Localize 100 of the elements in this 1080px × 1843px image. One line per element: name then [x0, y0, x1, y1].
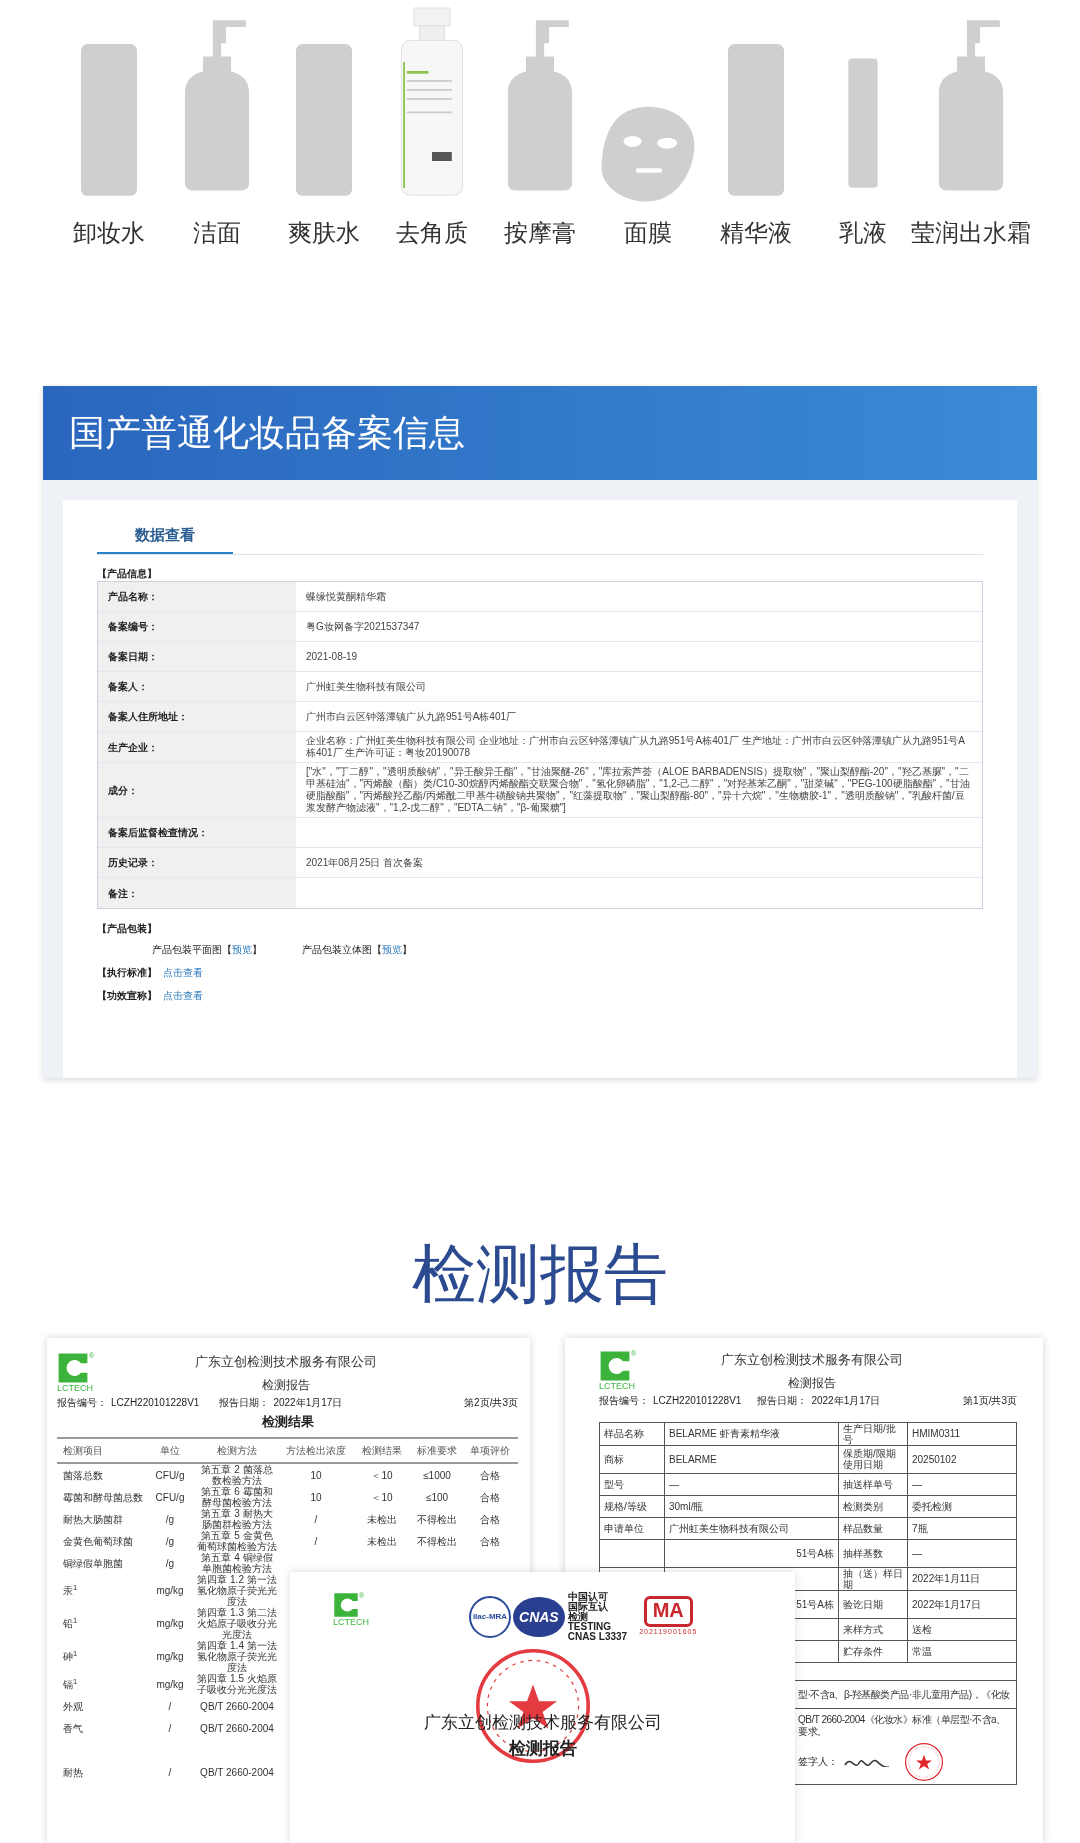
- field-value: 粤G妆网备字2021537347: [306, 620, 420, 633]
- table-cell: 香气: [63, 1722, 83, 1734]
- stamp-icon: [904, 1741, 944, 1782]
- table-cell: 未检出: [367, 1513, 397, 1525]
- preview-link[interactable]: 预览: [232, 942, 252, 957]
- cnas-caption: 中国认可: [567, 1592, 609, 1602]
- bracket: 】: [402, 943, 412, 957]
- document-title: 检测报告: [787, 1374, 836, 1392]
- field-label: 备案人住所地址：: [108, 710, 188, 724]
- product-label: 洁面: [192, 218, 241, 248]
- field-value: 广州虹美生物科技有限公司: [306, 680, 426, 693]
- field-value: 2021年08月25日 首次备案: [306, 856, 424, 869]
- column-header: 检测结果: [362, 1444, 402, 1458]
- section-title: 检测报告: [412, 1242, 668, 1306]
- table-cell: —: [912, 1478, 922, 1490]
- product-label: 精华液: [719, 218, 792, 248]
- table-cell: 7瓶: [912, 1522, 928, 1534]
- table-cell: 抽样基数: [843, 1547, 883, 1559]
- report-number: LCZH220101228V1: [111, 1395, 200, 1410]
- table-cell: 铅$^{1}$: [63, 1618, 78, 1629]
- table-cell: 51号A栋: [796, 1598, 834, 1610]
- table-cell: /g: [165, 1535, 175, 1547]
- table-cell: 申请单位: [604, 1522, 644, 1534]
- table-title: 检测结果: [261, 1412, 314, 1431]
- table-cell: /: [314, 1513, 318, 1525]
- product-label: 按摩膏: [504, 218, 576, 248]
- table-cell: 来样方式: [843, 1623, 883, 1635]
- table-cell: 菌落总数: [63, 1469, 103, 1481]
- table-cell: —: [912, 1547, 922, 1559]
- field-value: 广州市白云区钟落潭镇广从九路951号A栋401厂: [306, 710, 517, 723]
- panel-title: 国产普通化妆品备案信息: [69, 411, 465, 455]
- table-cell: mg/kg: [156, 1618, 184, 1629]
- company-name: 广东立创检测技术服务有限公司: [195, 1353, 378, 1371]
- table-cell: 型号: [604, 1478, 624, 1490]
- company-name: 广东立创检测技术服务有限公司: [720, 1351, 903, 1369]
- section-heading: 【执行标准】: [97, 966, 157, 980]
- table-cell: 耐热: [63, 1766, 83, 1778]
- table-cell: 抽（送）样日期: [843, 1567, 903, 1590]
- table-cell: 10: [310, 1469, 322, 1481]
- table-cell: /g: [165, 1513, 175, 1525]
- table-cell-text: 第五章 3 耐热大肠菌群检验方法: [201, 1508, 274, 1530]
- product-label: 莹润出水霜: [911, 218, 1032, 248]
- stamp-icon: [473, 1646, 593, 1766]
- packaging-label: 产品包装立体图: [302, 943, 372, 957]
- table-cell: /: [168, 1722, 172, 1734]
- field-label: 历史记录：: [108, 856, 158, 870]
- table-cell: 金黄色葡萄球菌: [63, 1535, 133, 1547]
- table-cell-text: 生产日期/批号: [843, 1422, 897, 1445]
- field-value: 2021-08-19: [306, 650, 358, 663]
- document-title: 检测报告: [262, 1376, 311, 1394]
- cnas-caption: CNAS L3337: [567, 1632, 628, 1642]
- bracket: 】: [252, 943, 262, 957]
- table-cell: 霉菌和酵母菌总数: [63, 1491, 143, 1503]
- column-header: 单项评价: [470, 1444, 510, 1458]
- table-cell: 广州虹美生物科技有限公司: [669, 1522, 789, 1534]
- page-number: 第1页/共3页: [963, 1393, 1017, 1408]
- field-label: 备注：: [108, 886, 138, 901]
- field-value: ["水"，"丁二醇"，"透明质酸钠"，"异壬酸异壬酯"，"甘油聚醚-26"，"库拉索芦荟（ALOE BARBADENSIS）提取物"，"聚山梨醇酯-20"，"羟乙基脲"，"二甲基硅油"，"丙烯酸（酯）类/C10-30烷醇丙烯酸酯交联聚合物"，"氢化卵磷脂"，"1,2-己二醇"，"对羟基苯乙酮"，"甜菜碱"，"PEG-100硬脂酸酯"，"甘油硬脂酸酯"，"丙烯酸羟乙酯/丙烯酰二甲基牛磺酸钠共聚物"，"红藻提取物"，"聚山梨醇酯-80"，"异十六烷"，"生物糖胶-1"，"透明质酸钠"，"乳酸杆菌/豆浆发酵产物滤液"，"1,2-戊二醇"，"EDTA二钠"，"β-葡聚糖"]: [306, 766, 971, 814]
- logo-text: LCTECH: [333, 1618, 369, 1627]
- cma-logo: MA: [643, 1596, 693, 1628]
- table-cell: 未检出: [367, 1535, 397, 1547]
- column-header: 标准要求: [417, 1444, 457, 1458]
- table-cell: 样品数量: [843, 1522, 883, 1534]
- table-cell: 砷$^{1}$: [63, 1651, 78, 1662]
- field-label: 备案人：: [108, 680, 148, 694]
- logo-icon: [57, 1352, 89, 1384]
- report-number: LCZH220101228V1: [653, 1393, 742, 1408]
- table-cell: 2022年1月11日: [912, 1573, 981, 1584]
- table-cell: ＜10: [371, 1469, 393, 1481]
- section-heading: 【功效宣称】: [97, 989, 157, 1003]
- table-cell: 铜绿假单胞菌: [63, 1557, 123, 1569]
- table-cell: 合格: [480, 1469, 500, 1481]
- field-label: 报告编号：: [599, 1393, 649, 1408]
- preview-link[interactable]: 预览: [382, 942, 402, 957]
- table-cell: 不得检出: [417, 1535, 457, 1547]
- logo-icon: [333, 1592, 359, 1618]
- conclusion-text: 要求。: [798, 1725, 827, 1738]
- table-cell-text: 第五章 4 铜绿假单胞菌检验方法: [201, 1552, 274, 1574]
- table-cell: QB/T 2660-2004: [200, 1722, 274, 1734]
- table-cell-text: 第五章 2 菌落总数检验方法: [200, 1464, 274, 1486]
- table-cell: 合格: [480, 1535, 500, 1547]
- table-cell: 第四章 1.5 火焰原子吸收分光光度法: [197, 1673, 277, 1695]
- table-cell: —: [669, 1478, 679, 1490]
- table-cell: CFU/g: [155, 1469, 185, 1481]
- field-label: 产品名称：: [108, 590, 158, 604]
- field-label: 成分：: [108, 783, 138, 798]
- product-label: 面膜: [623, 218, 672, 248]
- field-label: 报告日期：: [219, 1395, 270, 1410]
- logo-icon: [599, 1350, 631, 1382]
- cnas-logo: CNAS: [513, 1597, 565, 1637]
- product-label: 爽肤水: [288, 218, 361, 248]
- table-cell: 20250102: [912, 1453, 957, 1465]
- table-cell: /: [314, 1535, 318, 1547]
- table-cell: 合格: [480, 1491, 500, 1503]
- view-link[interactable]: 点击查看: [163, 988, 203, 1003]
- table-cell: /g: [165, 1557, 175, 1569]
- table-cell: 合格: [480, 1513, 500, 1525]
- tab[interactable]: 数据查看: [97, 518, 233, 554]
- table-cell: /: [168, 1766, 172, 1778]
- view-link[interactable]: 点击查看: [163, 965, 203, 980]
